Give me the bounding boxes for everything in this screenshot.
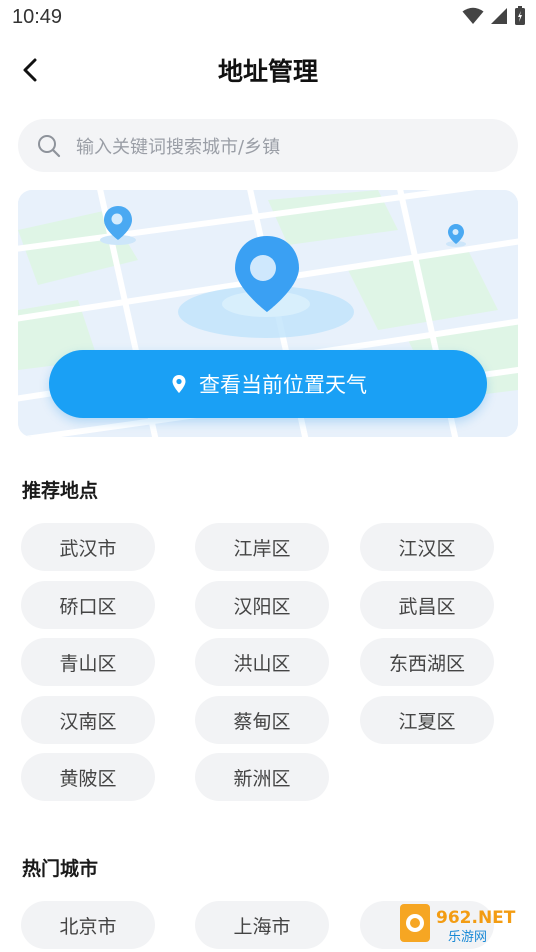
hot-city-chip[interactable]: 上海市 <box>195 901 329 949</box>
recommended-chip[interactable]: 江岸区 <box>195 523 329 571</box>
svg-text:乐游网: 乐游网 <box>448 930 487 945</box>
view-current-location-weather-button[interactable]: 查看当前位置天气 <box>49 350 487 418</box>
svg-text:962.NET: 962.NET <box>436 908 516 928</box>
recommended-chip[interactable]: 江夏区 <box>360 696 494 744</box>
recommended-chip[interactable]: 武汉市 <box>21 523 155 571</box>
recommended-chip[interactable]: 洪山区 <box>195 638 329 686</box>
locate-button-label: 查看当前位置天气 <box>199 373 367 397</box>
recommended-chip[interactable]: 东西湖区 <box>360 638 494 686</box>
hot-cities-section-title: 热门城市 <box>22 858 99 880</box>
page-title: 地址管理 <box>217 57 318 86</box>
hot-city-chip[interactable]: 北京市 <box>21 901 155 949</box>
site-watermark-logo: 962.NET 乐游网 <box>400 904 516 945</box>
recommended-chip[interactable]: 武昌区 <box>360 581 494 629</box>
recommended-chip[interactable]: 汉南区 <box>21 696 155 744</box>
search-icon <box>38 134 61 157</box>
search-input[interactable]: 输入关键词搜索城市/乡镇 <box>18 119 518 172</box>
recommended-chip[interactable]: 蔡甸区 <box>195 696 329 744</box>
recommended-chip[interactable]: 黄陂区 <box>21 753 155 801</box>
recommended-chip[interactable]: 青山区 <box>21 638 155 686</box>
recommended-section-title: 推荐地点 <box>22 480 99 502</box>
status-time: 10:49 <box>12 6 63 28</box>
status-bar: 10:49 <box>0 0 536 36</box>
recommended-chip[interactable]: 新洲区 <box>195 753 329 801</box>
wifi-icon <box>462 7 484 24</box>
location-marker-icon <box>172 375 186 393</box>
recommended-chip[interactable]: 汉阳区 <box>195 581 329 629</box>
battery-icon <box>515 6 525 25</box>
status-icons <box>462 6 526 26</box>
nav-bar: 地址管理 <box>0 40 536 100</box>
recommended-chip[interactable]: 江汉区 <box>360 523 494 571</box>
map-card: 查看当前位置天气 <box>18 190 518 437</box>
recommended-chip[interactable]: 硚口区 <box>21 581 155 629</box>
search-placeholder: 输入关键词搜索城市/乡镇 <box>76 136 281 158</box>
signal-icon <box>491 8 507 24</box>
